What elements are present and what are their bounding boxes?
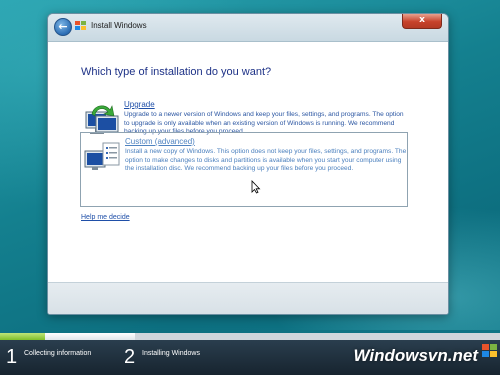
content-area: Which type of installation do you want? … xyxy=(48,42,448,282)
mouse-cursor-icon xyxy=(251,180,261,194)
window-title: Install Windows xyxy=(91,21,147,30)
windows-flag-icon xyxy=(75,21,86,31)
page-title: Which type of installation do you want? xyxy=(81,66,272,78)
setup-progress-bar xyxy=(0,333,500,340)
step-1-number: 1 xyxy=(6,346,18,368)
step-1-label: Collecting information xyxy=(24,350,92,357)
progress-next-segment xyxy=(45,333,135,340)
custom-option-title[interactable]: Custom (advanced) xyxy=(125,137,407,147)
help-me-decide-link[interactable]: Help me decide xyxy=(81,214,130,221)
custom-option-description: Install a new copy of Windows. This opti… xyxy=(125,148,407,173)
setup-steps-bar: 1 Collecting information 2 Installing Wi… xyxy=(0,340,500,375)
step-2-number: 2 xyxy=(124,346,136,368)
watermark-text: Windowsvn.net xyxy=(353,346,478,365)
title-bar: ← Install Windows x xyxy=(48,14,448,42)
close-button[interactable]: x xyxy=(402,14,442,29)
dialog-footer xyxy=(48,282,448,314)
install-windows-dialog: ← Install Windows x Which type of instal… xyxy=(47,13,449,315)
upgrade-option-title[interactable]: Upgrade xyxy=(124,100,408,110)
step-2-label: Installing Windows xyxy=(142,350,200,357)
windows-logo-icon xyxy=(482,344,497,357)
progress-fill xyxy=(0,333,45,340)
custom-install-computer-icon xyxy=(84,142,120,170)
custom-advanced-option[interactable]: Custom (advanced) Install a new copy of … xyxy=(80,132,408,207)
back-button[interactable]: ← xyxy=(54,18,72,36)
